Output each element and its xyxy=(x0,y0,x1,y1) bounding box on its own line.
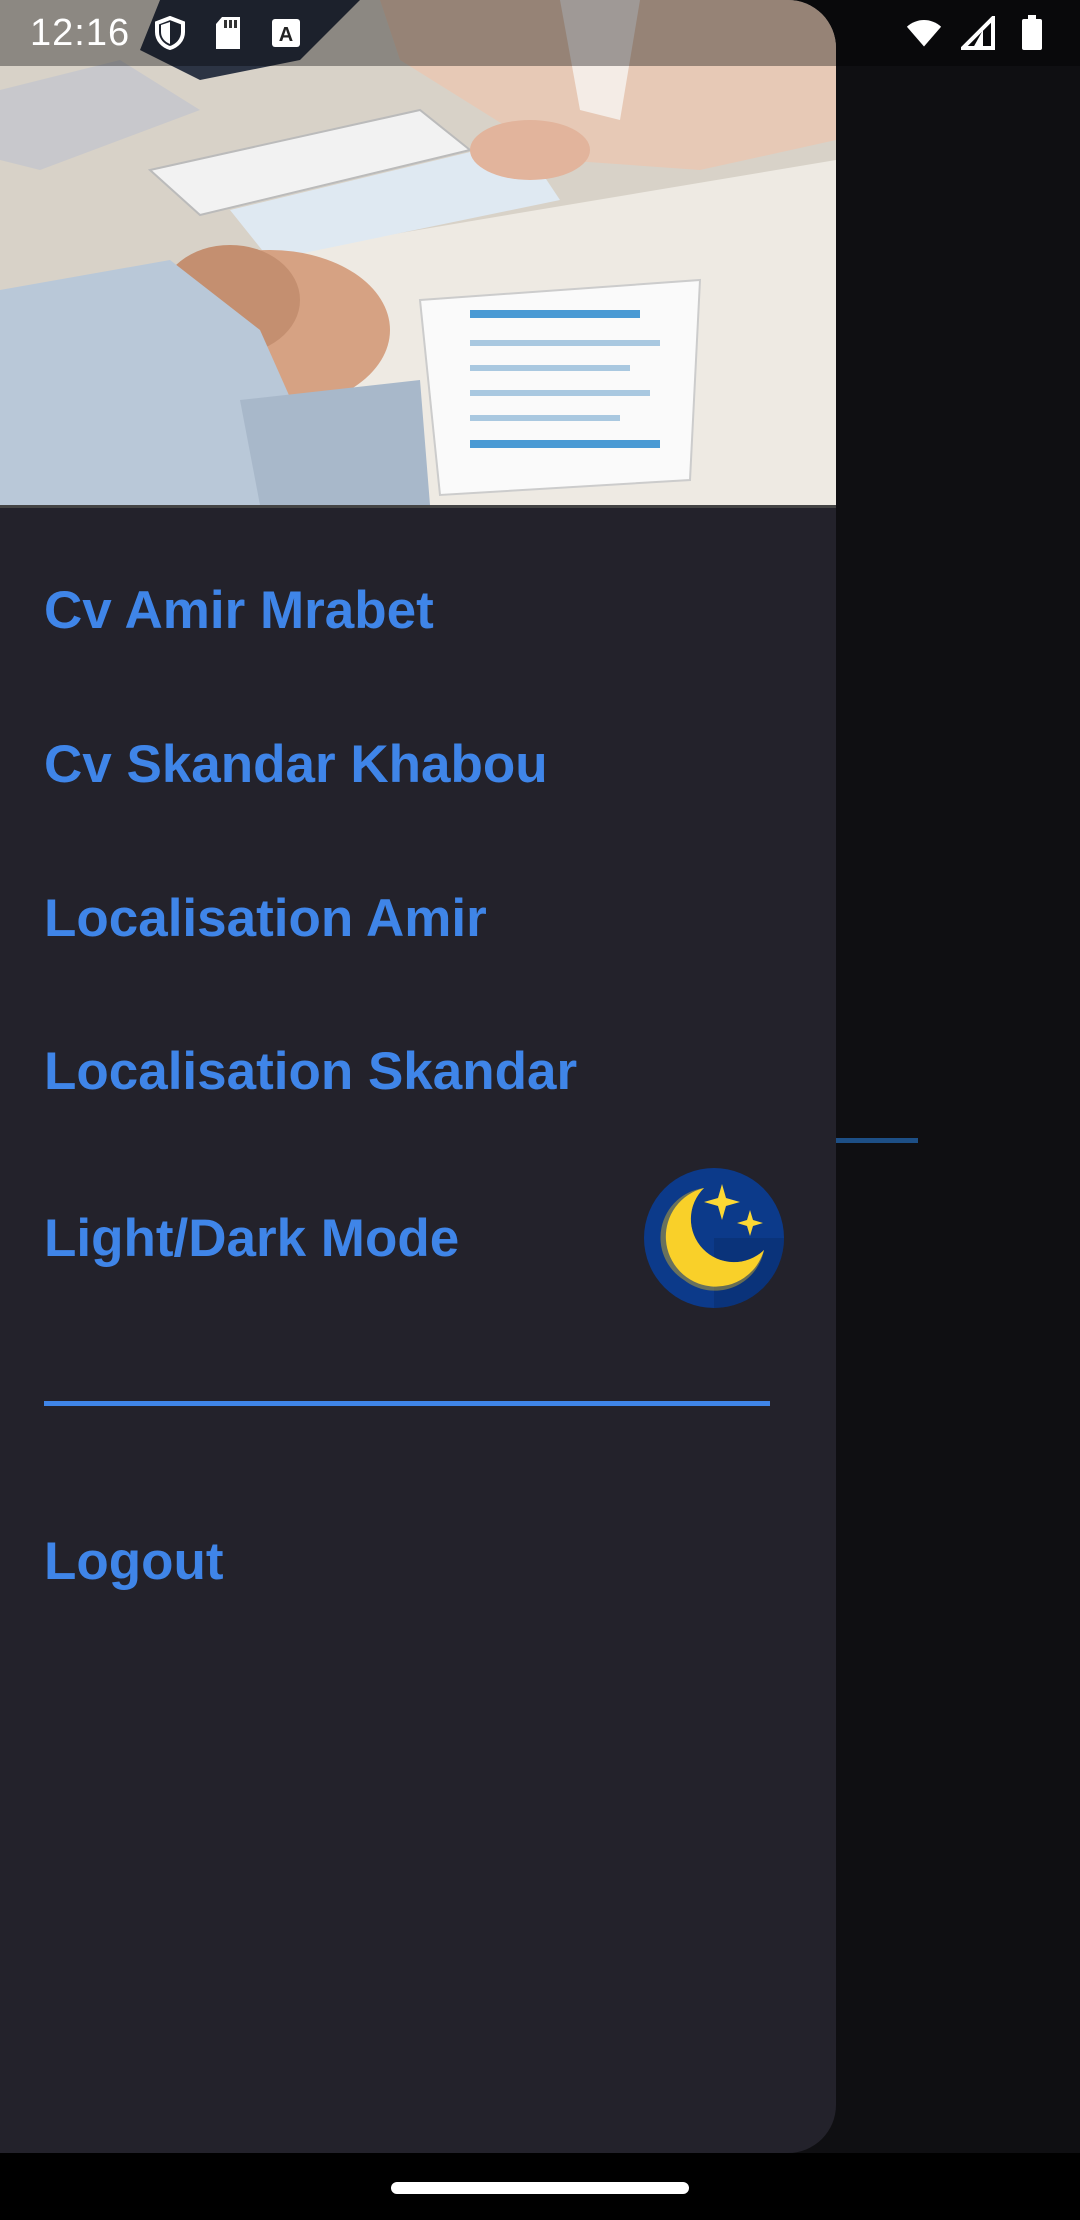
status-bar: 12:16 A xyxy=(0,0,1080,66)
menu-item-cv-amir[interactable]: Cv Amir Mrabet xyxy=(44,575,784,645)
menu-item-light-dark-mode[interactable]: Light/Dark Mode xyxy=(44,1168,784,1308)
home-gesture-handle[interactable] xyxy=(391,2182,689,2194)
svg-text:A: A xyxy=(279,24,293,46)
menu-item-localisation-amir[interactable]: Localisation Amir xyxy=(44,883,784,953)
menu-item-label: Localisation Amir xyxy=(44,888,487,948)
menu-item-label: Cv Skandar Khabou xyxy=(44,734,548,794)
menu-item-label: Light/Dark Mode xyxy=(44,1208,460,1268)
sd-card-icon xyxy=(210,15,246,51)
cell-signal-icon xyxy=(960,15,996,51)
background-accent-line xyxy=(836,1138,918,1143)
menu-item-cv-skandar[interactable]: Cv Skandar Khabou xyxy=(44,729,784,799)
moon-stars-icon[interactable] xyxy=(644,1168,784,1308)
drawer-header-image xyxy=(0,0,836,508)
menu-item-label: Localisation Skandar xyxy=(44,1041,578,1101)
wifi-icon xyxy=(906,15,942,51)
battery-icon xyxy=(1014,15,1050,51)
menu-item-logout[interactable]: Logout xyxy=(44,1526,784,1596)
navigation-drawer: Cv Amir Mrabet Cv Skandar Khabou Localis… xyxy=(0,0,836,2153)
menu-item-label: Logout xyxy=(44,1531,224,1591)
navigation-bar xyxy=(0,2153,1080,2220)
menu-item-localisation-skandar[interactable]: Localisation Skandar xyxy=(44,1036,784,1106)
menu-item-label: Cv Amir Mrabet xyxy=(44,580,434,640)
shield-icon xyxy=(152,15,188,51)
menu-divider xyxy=(44,1401,770,1406)
status-time: 12:16 xyxy=(30,11,131,54)
keyboard-a-icon: A xyxy=(268,15,304,51)
